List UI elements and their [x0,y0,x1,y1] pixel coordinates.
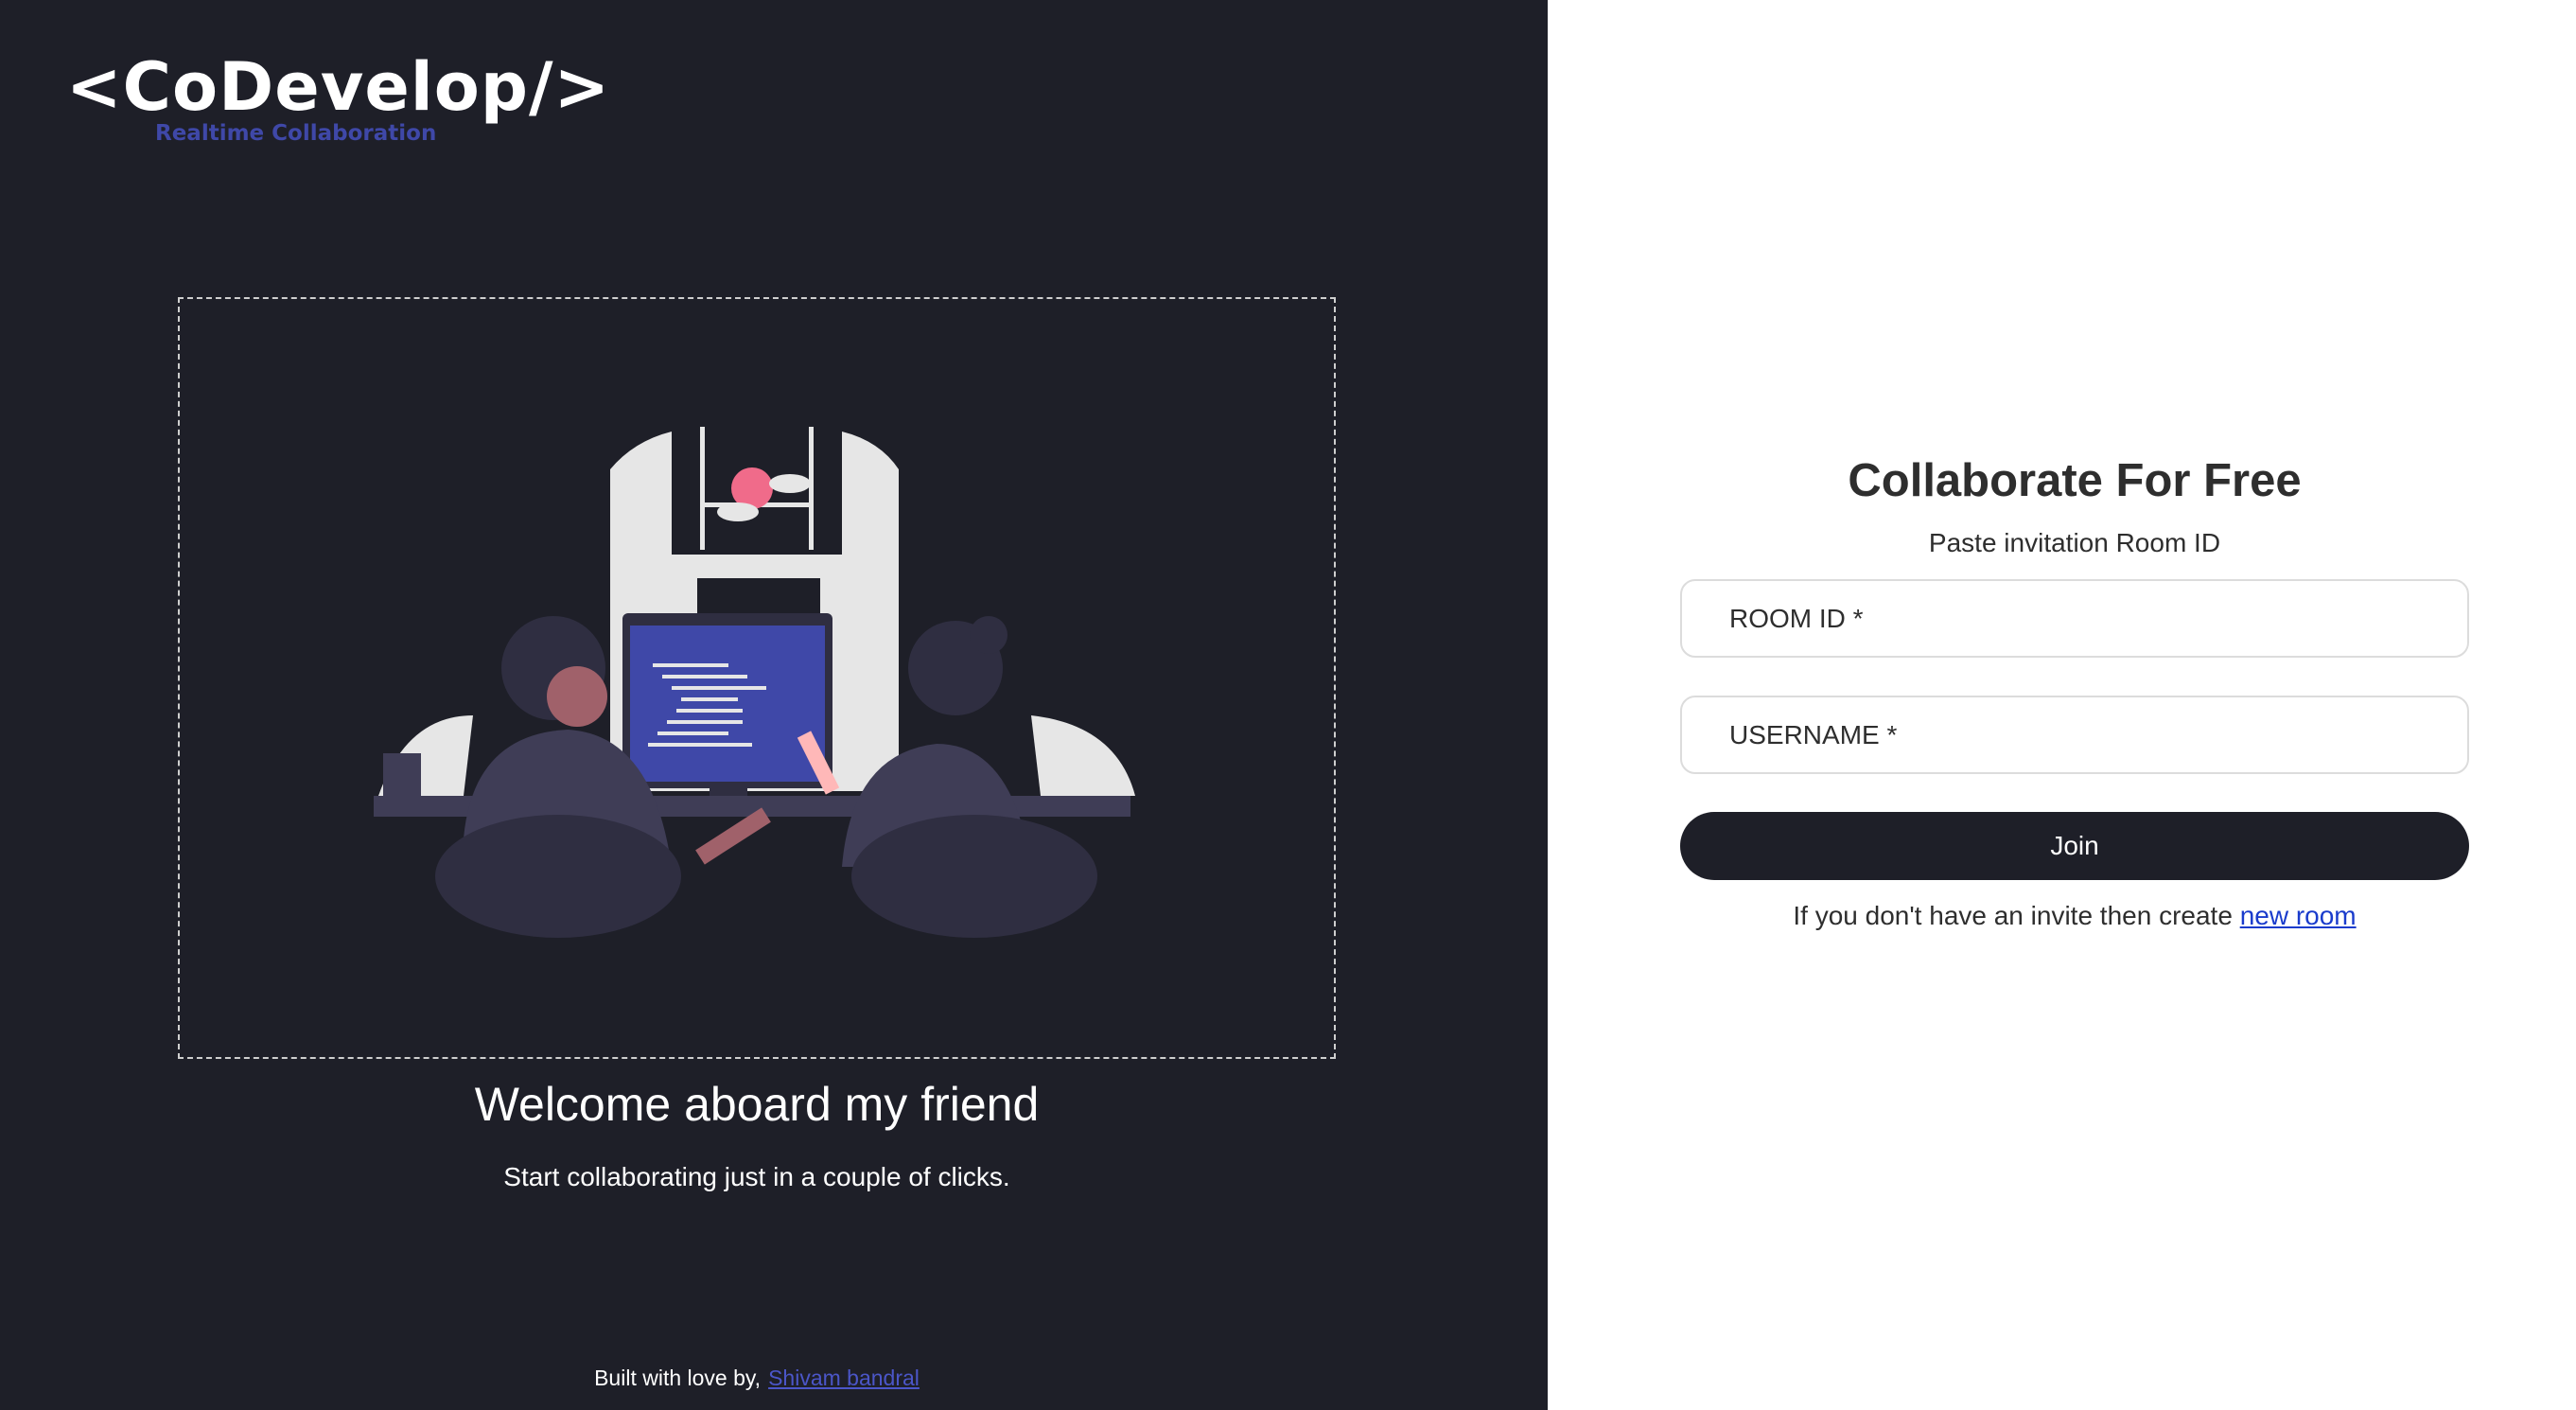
welcome-subtitle: Start collaborating just in a couple of … [503,1162,1010,1191]
username-field [1680,696,2469,774]
welcome-heading: Welcome aboard my friend [474,1078,1040,1131]
logo: <CoDevelop/> Realtime Collaboration [66,49,610,146]
form-subtitle: Paste invitation Room ID [1928,528,2221,557]
logo-text: <CoDevelop/> [66,48,611,126]
hint-text: If you don't have an invite then create [1793,901,2233,930]
room-id-field [1680,579,2469,658]
collaboration-illustration [374,427,1135,938]
footer-text: Built with love by, [594,1366,762,1390]
new-room-link[interactable]: new room [2240,901,2357,930]
left-panel: <CoDevelop/> Realtime Collaboration Welc… [0,0,1548,1410]
room-id-input[interactable] [1729,603,2467,634]
author-link[interactable]: Shivam bandral [768,1366,920,1390]
username-input[interactable] [1729,719,2467,750]
create-room-hint: If you don't have an invite then create … [1680,901,2469,931]
form-title: Collaborate For Free [1848,455,2302,506]
join-form: Collaborate For Free Paste invitation Ro… [1680,454,2469,931]
footer: Built with love by, Shivam bandral [0,1366,1514,1391]
join-button[interactable]: Join [1680,812,2469,880]
illustration-frame [178,297,1336,1059]
